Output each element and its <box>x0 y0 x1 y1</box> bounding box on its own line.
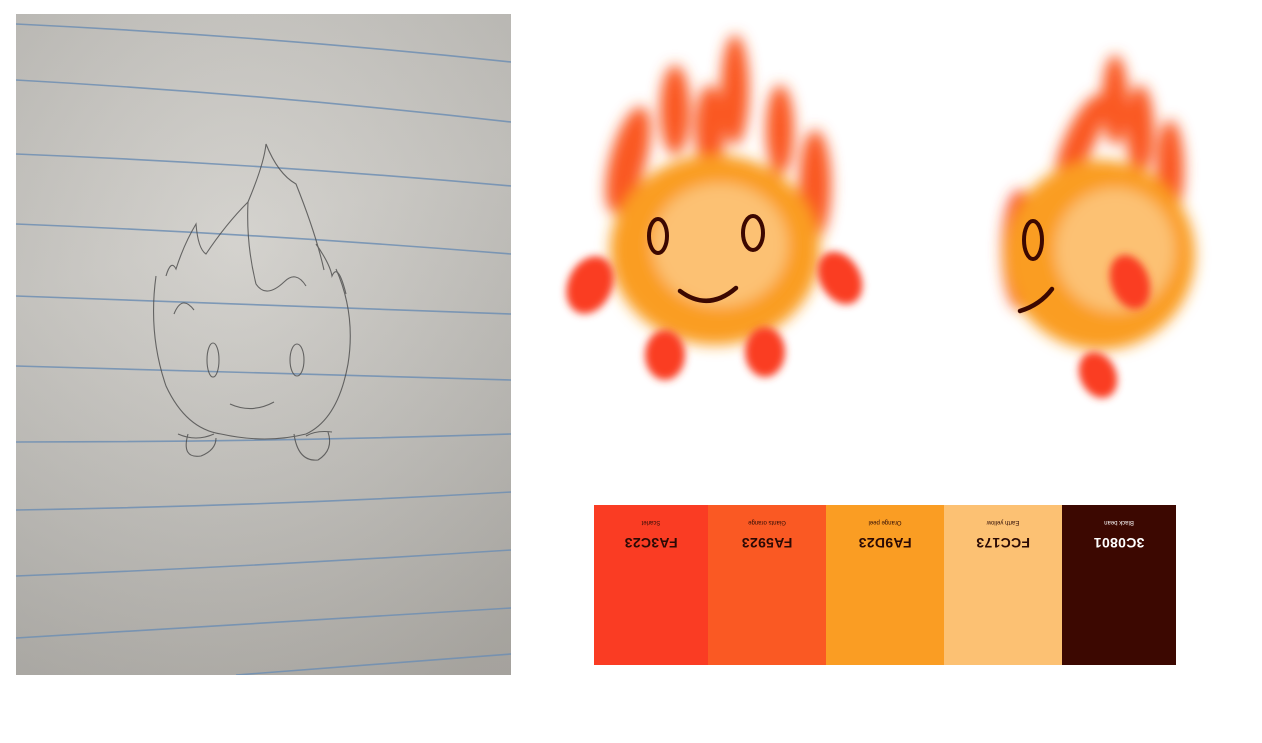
swatch-scarlet: FA3C23 Scarlet <box>594 505 708 665</box>
swatch-orange-peel: FA9D23 Orange peel <box>826 505 944 665</box>
swatch-name: Giants orange <box>748 519 786 525</box>
swatch-hex: 3C0801 <box>1093 535 1145 551</box>
swatch-hex: FCC173 <box>976 535 1030 551</box>
swatch-hex: FA9D23 <box>858 535 912 551</box>
swatch-giants-orange: FA5923 Giants orange <box>708 505 826 665</box>
swatch-earth-yellow: FCC173 Earth yellow <box>944 505 1062 665</box>
swatch-name: Black bean <box>1104 519 1134 525</box>
fire-creature-front <box>566 35 863 380</box>
swatch-name: Orange peel <box>868 519 902 525</box>
sketch-photo <box>16 14 511 675</box>
lined-paper-sketch <box>16 14 511 675</box>
fire-creature-side <box>1002 55 1195 399</box>
swatch-name: Earth yellow <box>986 519 1020 525</box>
swatch-hex: FA3C23 <box>624 535 678 551</box>
digital-art <box>566 35 1195 399</box>
swatch-hex: FA5923 <box>741 535 793 551</box>
color-palette: FA3C23 Scarlet FA5923 Giants orange FA9D… <box>594 505 1176 665</box>
swatch-black-bean: 3C0801 Black bean <box>1062 505 1176 665</box>
swatch-name: Scarlet <box>641 519 661 525</box>
